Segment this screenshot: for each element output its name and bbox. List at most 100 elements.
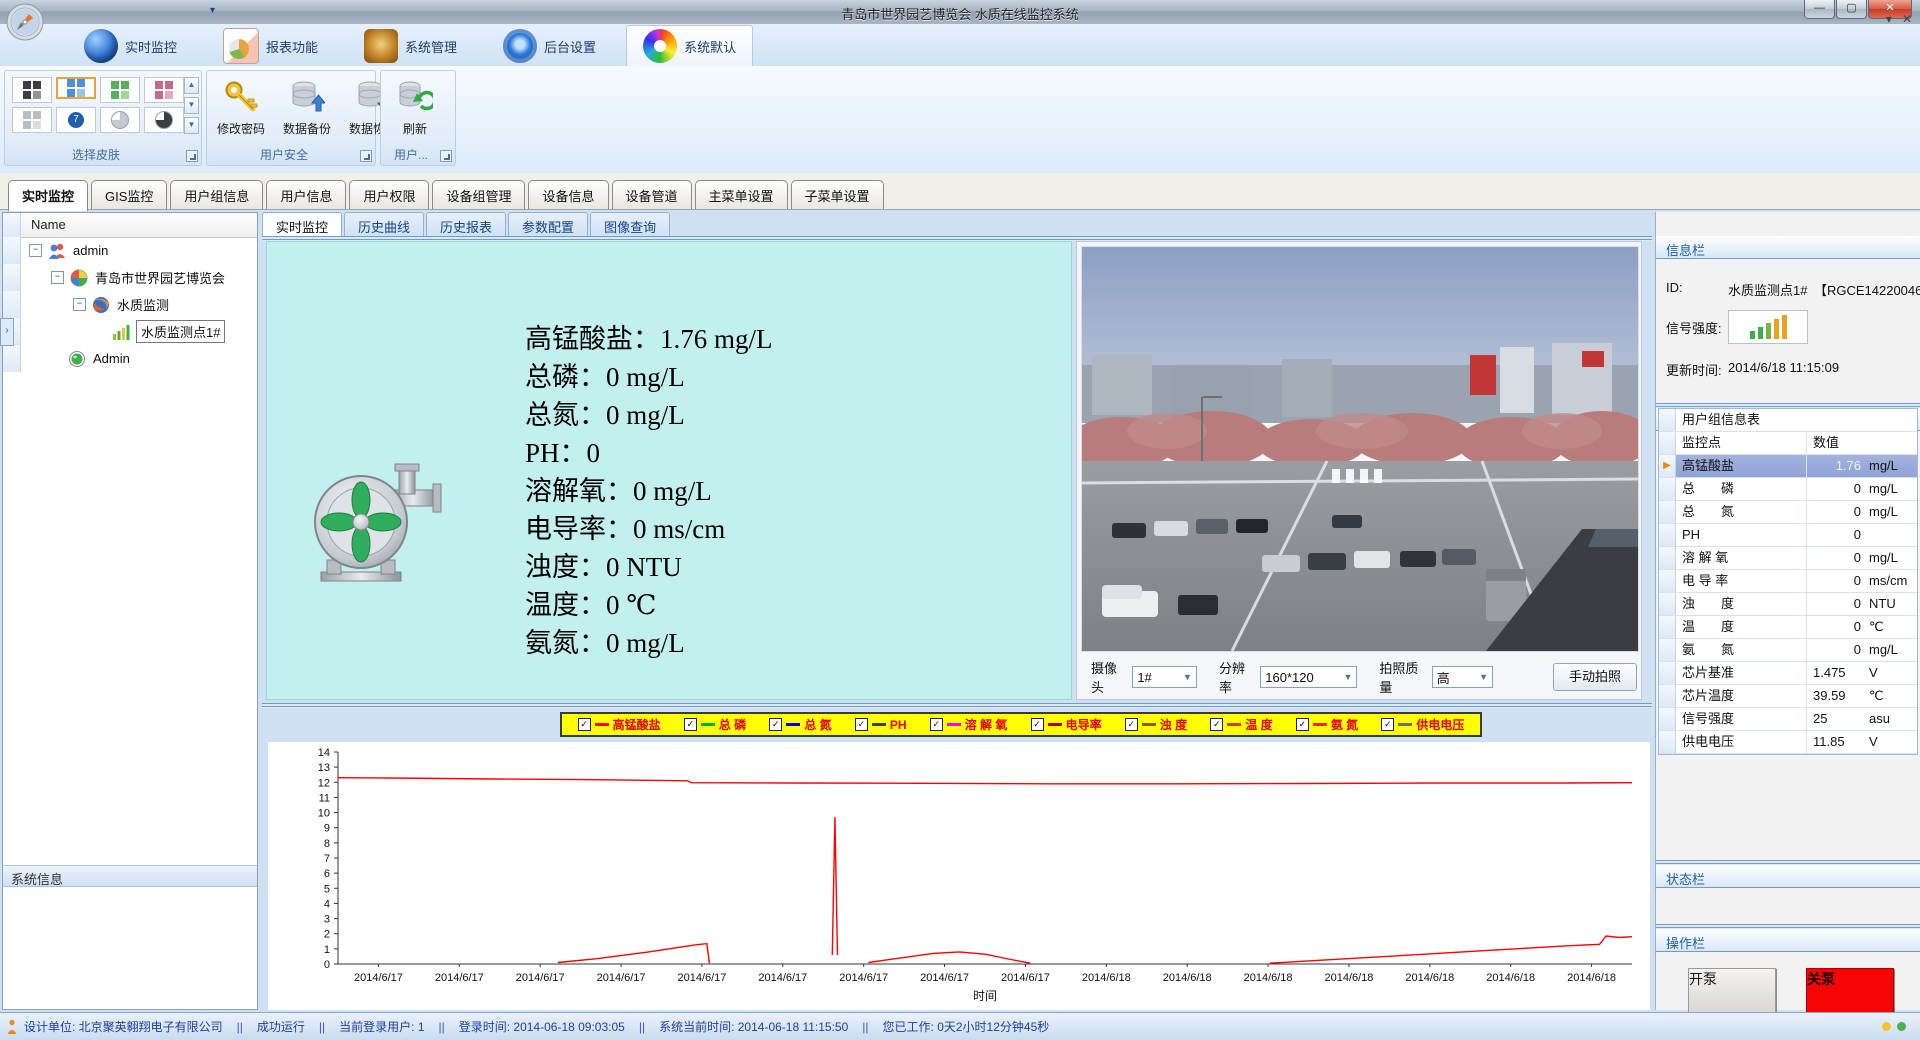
skin-tile-5[interactable]: 7 — [56, 107, 96, 133]
main-tab-设备组管理[interactable]: 设备组管理 — [432, 180, 525, 209]
info-section-header[interactable]: 信息栏 — [1656, 236, 1920, 259]
ribbon-tab-系统默认[interactable]: 系统默认 — [626, 25, 753, 66]
legend-checkbox-icon[interactable]: ✓ — [1296, 718, 1309, 731]
ribbon-button-修改密码[interactable]: 修改密码 — [213, 79, 269, 137]
maximize-button[interactable]: ▢ — [1836, 0, 1867, 19]
tree-item-水质监测点1#[interactable]: 水质监测点1# — [3, 318, 257, 345]
tree-expander-icon[interactable]: − — [29, 244, 42, 257]
system-info-section-header[interactable]: 系统信息 — [3, 865, 257, 887]
skin-tile-0[interactable] — [12, 77, 52, 103]
analog-row-总磷[interactable]: 总 磷0mg/L — [1659, 478, 1917, 501]
ribbon-tab-报表功能[interactable]: 报表功能 — [207, 26, 334, 66]
ribbon-tab-实时监控[interactable]: 实时监控 — [68, 26, 193, 66]
dialog-launcher-icon[interactable] — [440, 150, 452, 162]
pump-start-button[interactable]: 开泵 — [1688, 968, 1776, 1016]
gallery-expand-icon[interactable]: ▼ — [184, 117, 199, 134]
legend-checkbox-icon[interactable]: ✓ — [1381, 718, 1394, 731]
legend-checkbox-icon[interactable]: ✓ — [1125, 718, 1138, 731]
legend-item-总磷[interactable]: ✓总 磷 — [684, 716, 746, 733]
status-section-header[interactable]: 状态栏 — [1656, 865, 1920, 888]
scroll-up-icon[interactable]: ▲ — [184, 77, 199, 94]
ribbon-tab-系统管理[interactable]: 系统管理 — [348, 26, 473, 66]
view-tab-实时监控[interactable]: 实时监控 — [262, 212, 342, 239]
legend-item-总氮[interactable]: ✓总 氮 — [769, 716, 831, 733]
analog-row-供电电压[interactable]: 供电电压11.85V — [1659, 731, 1917, 754]
analog-row-氨氮[interactable]: 氨 氮0mg/L — [1659, 639, 1917, 662]
main-tab-实时监控[interactable]: 实时监控 — [8, 180, 88, 211]
title-bar[interactable]: 青岛市世界园艺博览会 水质在线监控系统 ▾ — ▢ ✕ — [0, 0, 1920, 25]
analog-row-高锰酸盐[interactable]: ▶高锰酸盐1.76mg/L — [1659, 455, 1917, 478]
minimize-button[interactable]: — — [1804, 0, 1835, 19]
analog-row-PH[interactable]: PH0 — [1659, 524, 1917, 547]
legend-item-label: 温 度 — [1245, 716, 1272, 733]
analog-row-信号强度[interactable]: 信号强度25asu — [1659, 708, 1917, 731]
operation-section-header[interactable]: 操作栏 — [1656, 929, 1920, 952]
legend-item-浊度[interactable]: ✓浊 度 — [1125, 716, 1187, 733]
quick-access-caret-icon[interactable]: ▾ — [210, 5, 215, 16]
legend-checkbox-icon[interactable]: ✓ — [930, 718, 943, 731]
legend-item-PH[interactable]: ✓PH — [855, 718, 907, 732]
main-tab-GIS监控[interactable]: GIS监控 — [91, 180, 167, 209]
app-compass-icon[interactable] — [5, 2, 45, 42]
dialog-launcher-icon[interactable] — [186, 150, 198, 162]
tab-close-icon[interactable]: ✕ — [1902, 12, 1912, 26]
main-tab-设备信息[interactable]: 设备信息 — [528, 180, 608, 209]
svg-text:2014/6/17: 2014/6/17 — [435, 972, 484, 984]
legend-checkbox-icon[interactable]: ✓ — [855, 718, 868, 731]
main-tab-子菜单设置[interactable]: 子菜单设置 — [791, 180, 884, 209]
legend-item-供电电压[interactable]: ✓供电电压 — [1381, 716, 1464, 733]
legend-item-高锰酸盐[interactable]: ✓高锰酸盐 — [578, 716, 661, 733]
analog-row-芯片温度[interactable]: 芯片温度39.59℃ — [1659, 685, 1917, 708]
analog-row-温度[interactable]: 温 度0℃ — [1659, 616, 1917, 639]
pump-stop-button[interactable]: 关泵 — [1806, 968, 1894, 1016]
view-tab-历史曲线[interactable]: 历史曲线 — [344, 212, 424, 239]
tree-item-Admin[interactable]: Admin — [3, 345, 257, 372]
dialog-launcher-icon[interactable] — [360, 150, 372, 162]
tree-item-admin[interactable]: −admin — [3, 237, 257, 264]
skin-tile-2[interactable] — [100, 77, 140, 103]
quality-select[interactable]: 高 ▼ — [1432, 666, 1493, 688]
legend-checkbox-icon[interactable]: ✓ — [1031, 718, 1044, 731]
ribbon-button-刷新[interactable]: 刷新 — [387, 79, 443, 137]
legend-item-氨氮[interactable]: ✓氨 氮 — [1296, 716, 1358, 733]
skin-tile-4[interactable] — [12, 107, 52, 133]
ribbon-tab-后台设置[interactable]: 后台设置 — [487, 26, 612, 66]
legend-checkbox-icon[interactable]: ✓ — [769, 718, 782, 731]
skin-tile-6[interactable] — [100, 107, 140, 133]
analog-row-芯片基准[interactable]: 芯片基准1.475V — [1659, 662, 1917, 685]
legend-item-溶解氧[interactable]: ✓溶 解 氧 — [930, 716, 1008, 733]
panel-collapse-arrow[interactable]: › — [0, 318, 14, 346]
legend-item-label: 电导率 — [1066, 716, 1102, 733]
camera-select[interactable]: 1# ▼ — [1132, 666, 1197, 688]
tab-list-dropdown-icon[interactable]: ▾ — [1886, 12, 1892, 26]
analog-row-总氮[interactable]: 总 氮0mg/L — [1659, 501, 1917, 524]
skin-tile-1[interactable] — [56, 77, 96, 99]
legend-checkbox-icon[interactable]: ✓ — [578, 718, 591, 731]
tree-expander-icon[interactable]: − — [51, 271, 64, 284]
manual-capture-button[interactable]: 手动拍照 — [1553, 663, 1637, 691]
main-tab-用户权限[interactable]: 用户权限 — [349, 180, 429, 209]
view-tab-历史报表[interactable]: 历史报表 — [426, 212, 506, 239]
legend-checkbox-icon[interactable]: ✓ — [1210, 718, 1223, 731]
skin-tile-3[interactable] — [144, 77, 184, 103]
legend-item-电导率[interactable]: ✓ 电导率 — [1031, 716, 1102, 733]
analog-row-浊度[interactable]: 浊 度0NTU — [1659, 593, 1917, 616]
main-tab-用户信息[interactable]: 用户信息 — [266, 180, 346, 209]
analog-row-溶解氧[interactable]: 溶 解 氧0mg/L — [1659, 547, 1917, 570]
resolution-select[interactable]: 160*120 ▼ — [1260, 666, 1357, 688]
main-tab-主菜单设置[interactable]: 主菜单设置 — [695, 180, 788, 209]
tree-item-水质监测[interactable]: −水质监测 — [3, 291, 257, 318]
tree-item-青岛市世界园艺博览会[interactable]: −青岛市世界园艺博览会 — [3, 264, 257, 291]
main-tab-设备管道[interactable]: 设备管道 — [612, 180, 692, 209]
skin-tile-7[interactable] — [144, 107, 184, 133]
view-tab-图像查询[interactable]: 图像查询 — [590, 212, 670, 239]
analog-row-电导率[interactable]: 电 导 率0ms/cm — [1659, 570, 1917, 593]
ribbon-button-数据备份[interactable]: 数据备份 — [279, 79, 335, 137]
legend-item-温度[interactable]: ✓ 温 度 — [1210, 716, 1272, 733]
svg-text:2: 2 — [324, 929, 330, 941]
view-tab-参数配置[interactable]: 参数配置 — [508, 212, 588, 239]
tree-expander-icon[interactable]: − — [73, 298, 86, 311]
main-tab-用户组信息[interactable]: 用户组信息 — [170, 180, 263, 209]
scroll-down-icon[interactable]: ▼ — [184, 97, 199, 114]
legend-checkbox-icon[interactable]: ✓ — [684, 718, 697, 731]
